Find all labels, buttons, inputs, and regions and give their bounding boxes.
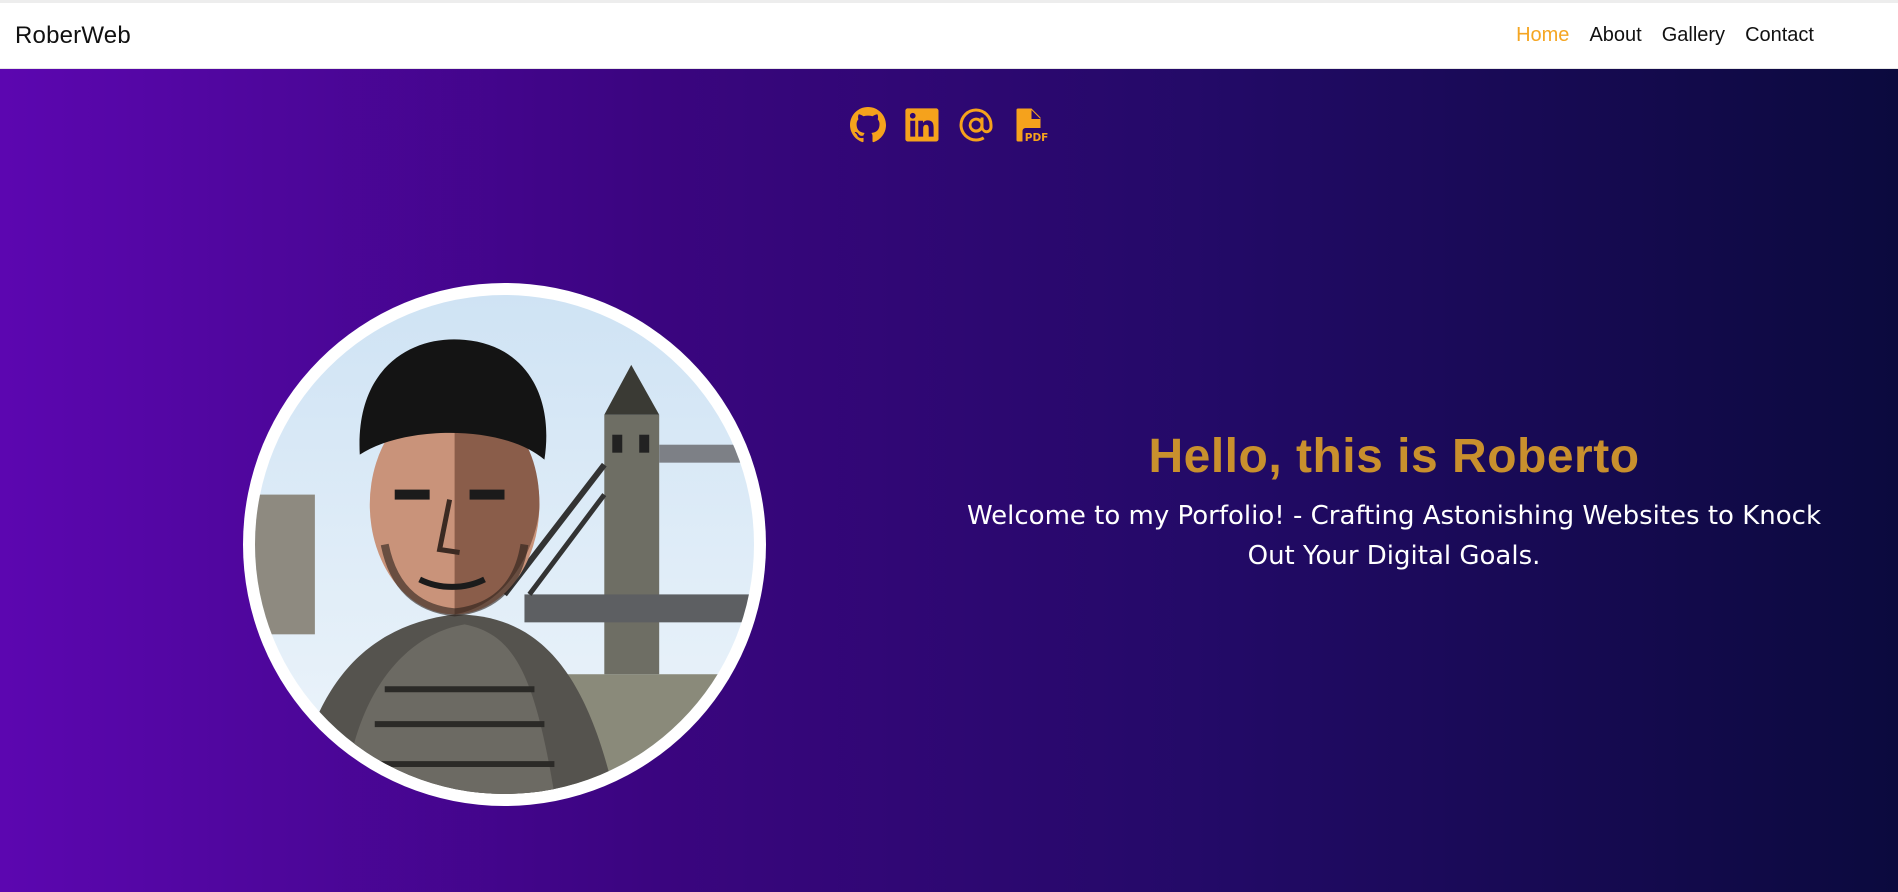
profile-photo bbox=[243, 283, 766, 806]
main-nav: Home About Gallery Contact bbox=[1516, 24, 1814, 47]
nav-home[interactable]: Home bbox=[1516, 24, 1569, 47]
hero-title: Hello, this is Roberto bbox=[1148, 430, 1640, 483]
social-links: PDF bbox=[0, 105, 1898, 145]
hero-section: PDF Hello, this is Roberto Welcome to my… bbox=[0, 69, 1898, 892]
navbar: RoberWeb Home About Gallery Contact bbox=[0, 3, 1898, 69]
github-icon[interactable] bbox=[850, 105, 886, 145]
nav-gallery[interactable]: Gallery bbox=[1662, 24, 1725, 47]
pdf-file-icon[interactable]: PDF bbox=[1012, 105, 1048, 145]
nav-contact[interactable]: Contact bbox=[1745, 24, 1814, 47]
linkedin-icon[interactable] bbox=[904, 105, 940, 145]
hero-subtitle: Welcome to my Porfolio! - Crafting Aston… bbox=[966, 501, 1821, 571]
svg-text:PDF: PDF bbox=[1025, 132, 1048, 143]
at-sign-icon[interactable] bbox=[958, 105, 994, 145]
nav-about[interactable]: About bbox=[1589, 24, 1641, 47]
intro-block: Hello, this is Roberto Welcome to my Por… bbox=[950, 429, 1838, 576]
brand-logo[interactable]: RoberWeb bbox=[15, 22, 131, 50]
